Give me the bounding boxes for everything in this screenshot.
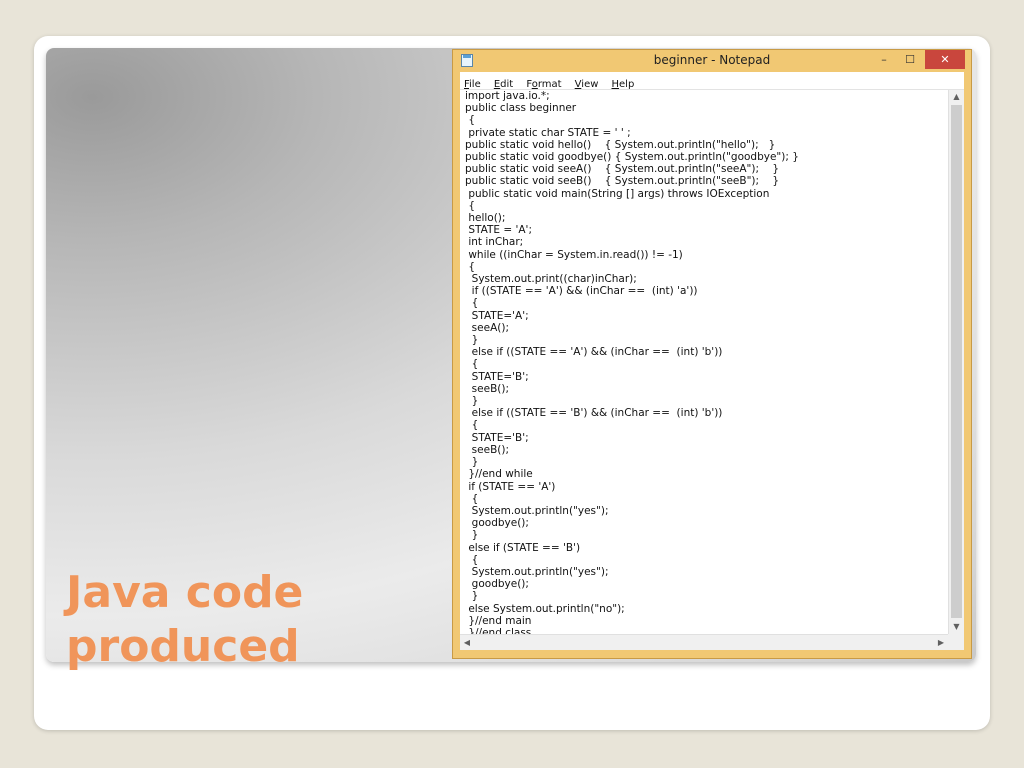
code-text[interactable]: import java.io.*; public class beginner … (465, 90, 944, 634)
text-editor[interactable]: import java.io.*; public class beginner … (460, 90, 964, 650)
menu-bar: File Edit Format View Help (460, 72, 964, 90)
title-bar[interactable]: beginner - Notepad – ☐ ✕ (453, 50, 971, 72)
menu-help-rest: elp (619, 79, 635, 90)
chevron-left-icon[interactable]: ◀ (460, 635, 474, 650)
menu-format-rest: rmat (537, 79, 562, 90)
menu-help-key: H (611, 79, 620, 90)
horizontal-scrollbar[interactable]: ◀ ▶ (460, 634, 948, 650)
close-button[interactable]: ✕ (925, 50, 965, 69)
slide-title-line-1: Java code (66, 567, 304, 618)
chevron-right-icon[interactable]: ▶ (934, 635, 948, 650)
vertical-scrollbar[interactable]: ▲ ▼ (948, 90, 964, 634)
menu-edit-rest: dit (500, 79, 514, 90)
maximize-button[interactable]: ☐ (897, 50, 923, 69)
slide-title-line-2: produced (66, 621, 300, 672)
chevron-up-icon[interactable]: ▲ (949, 90, 964, 104)
slide-title: Java code produced (66, 566, 446, 674)
menu-view-rest: iew (581, 79, 599, 90)
notepad-window: beginner - Notepad – ☐ ✕ File Edit Forma… (452, 49, 972, 659)
scrollbar-corner (948, 634, 964, 650)
minimize-button[interactable]: – (871, 50, 897, 69)
vertical-scroll-thumb[interactable] (951, 105, 962, 618)
menu-file-rest: ile (469, 79, 481, 90)
chevron-down-icon[interactable]: ▼ (949, 620, 964, 634)
